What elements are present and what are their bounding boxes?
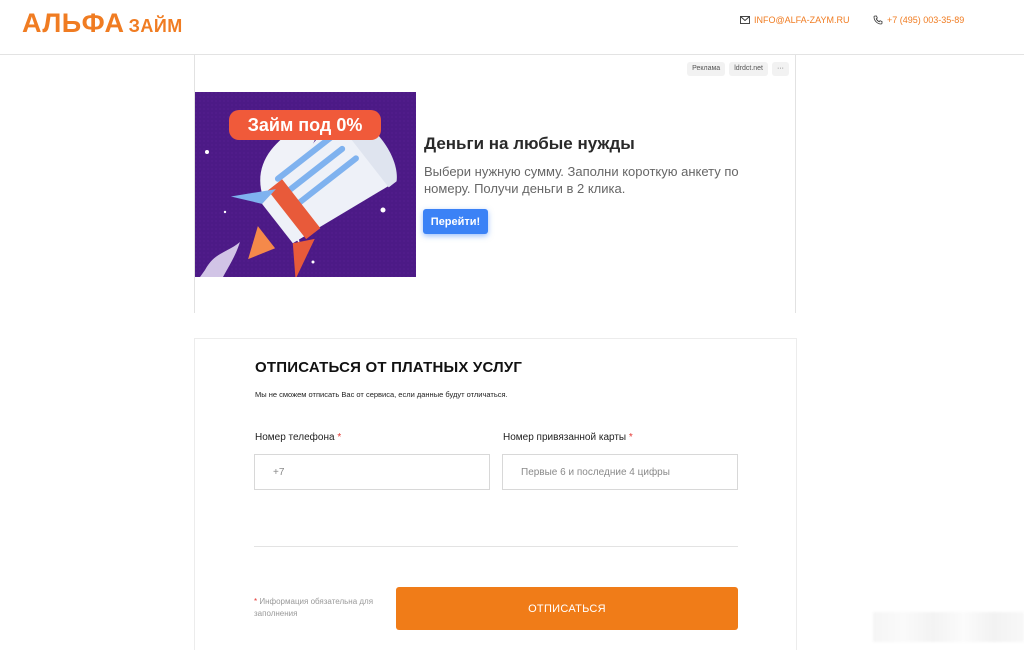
- phone-input[interactable]: [254, 454, 490, 490]
- ad-tags: Реклама ldrdct.net ···: [687, 62, 789, 76]
- unsubscribe-button[interactable]: ОТПИСАТЬСЯ: [396, 587, 738, 630]
- ad-rocket-image[interactable]: Займ под 0%: [195, 92, 416, 277]
- logo[interactable]: АЛЬФА ЗАЙМ: [22, 8, 183, 39]
- phone-text: +7 (495) 003-35-89: [887, 15, 965, 25]
- corner-widget-blurred: [873, 612, 1024, 642]
- email-text: INFO@ALFA-ZAYM.RU: [754, 15, 850, 25]
- required-note-text: Информация обязательна для заполнения: [254, 597, 374, 618]
- ad-domain[interactable]: ldrdct.net: [729, 62, 768, 76]
- card-field-label: Номер привязанной карты *: [503, 432, 633, 443]
- ad-image-badge-text: Займ под 0%: [248, 115, 363, 135]
- required-asterisk: *: [628, 432, 633, 443]
- form-title: ОТПИСАТЬСЯ ОТ ПЛАТНЫХ УСЛУГ: [255, 359, 523, 376]
- logo-sub-text: ЗАЙМ: [128, 16, 183, 36]
- ad-go-button[interactable]: Перейти!: [423, 209, 488, 234]
- divider: [254, 546, 738, 547]
- phone-label-text: Номер телефона: [255, 432, 335, 443]
- phone-link[interactable]: +7 (495) 003-35-89: [873, 15, 964, 25]
- unsubscribe-form: ОТПИСАТЬСЯ ОТ ПЛАТНЫХ УСЛУГ Мы не сможем…: [194, 338, 797, 650]
- ad-description: Выбери нужную сумму. Заполни короткую ан…: [424, 164, 739, 196]
- site-header: АЛЬФА ЗАЙМ INFO@ALFA-ZAYM.RU +7 (495) 003…: [0, 0, 1024, 55]
- required-asterisk: *: [337, 432, 342, 443]
- ad-more-button[interactable]: ···: [772, 62, 789, 76]
- phone-field-label: Номер телефона *: [255, 432, 341, 443]
- ad-banner[interactable]: Реклама ldrdct.net ··· Займ под 0% Деньг…: [194, 55, 796, 313]
- ad-label[interactable]: Реклама: [687, 62, 726, 76]
- logo-main-text: АЛЬФА: [22, 8, 125, 38]
- ad-text-block: Деньги на любые нужды Выбери нужную сумм…: [424, 134, 764, 197]
- required-asterisk: *: [254, 597, 258, 606]
- required-note: * Информация обязательна для заполнения: [254, 596, 384, 620]
- card-label-text: Номер привязанной карты: [503, 432, 627, 443]
- envelope-icon: [740, 16, 750, 24]
- ad-title[interactable]: Деньги на любые нужды: [424, 134, 764, 154]
- card-number-input[interactable]: [502, 454, 738, 490]
- email-link[interactable]: INFO@ALFA-ZAYM.RU: [740, 15, 849, 25]
- phone-icon: [873, 15, 883, 25]
- form-note: Мы не сможем отписать Вас от сервиса, ес…: [255, 390, 508, 399]
